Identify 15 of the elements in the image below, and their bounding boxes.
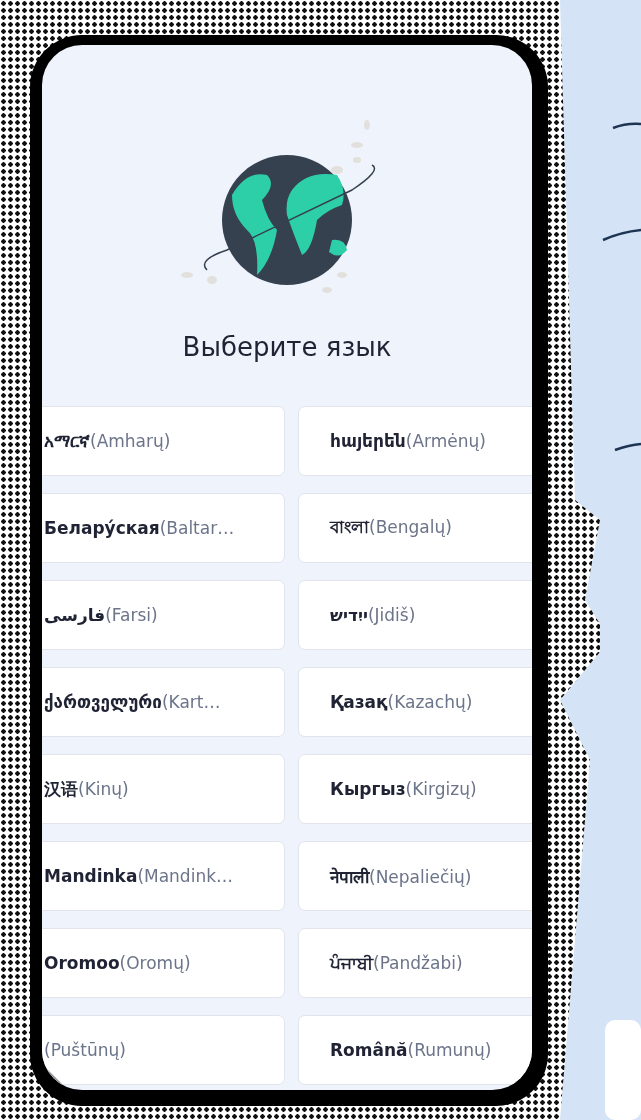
language-option[interactable]: አማርኛ(Amharų) <box>42 406 285 476</box>
language-option[interactable]: 汉语(Kinų) <box>42 754 285 824</box>
language-option[interactable]: Кыргыз(Kirgizų) <box>298 754 532 824</box>
language-option[interactable]: Oromoo(Oromų) <box>42 928 285 998</box>
language-option[interactable]: ქართველური(Kart… <box>42 667 285 737</box>
language-option[interactable]: Română(Rumunų) <box>298 1015 532 1085</box>
screen-title: Выберите язык <box>182 332 392 362</box>
language-option[interactable]: հայերեն(Armėnų) <box>298 406 532 476</box>
language-option[interactable]: (Puštūnų) <box>42 1015 285 1085</box>
language-option[interactable]: नेपाली(Nepaliečių) <box>298 841 532 911</box>
language-option[interactable]: বাংলা(Bengalų) <box>298 493 532 563</box>
language-option[interactable]: Mandinka(Mandink… <box>42 841 285 911</box>
language-option[interactable]: Белару́ская(Baltar… <box>42 493 285 563</box>
language-option[interactable]: ਪੰਜਾਬੀ(Pandžabi) <box>298 928 532 998</box>
language-option[interactable]: Қазақ(Kazachų) <box>298 667 532 737</box>
